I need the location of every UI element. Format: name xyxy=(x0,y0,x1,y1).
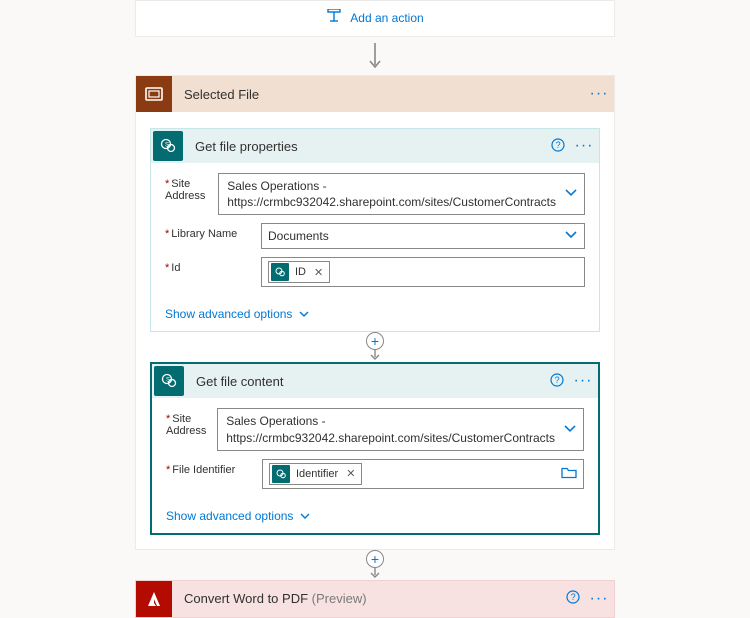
file-identifier-field[interactable]: Identifier ✕ xyxy=(262,459,584,489)
action-title: Convert Word to PDF (Preview) xyxy=(172,591,562,606)
action-title: Get file properties xyxy=(185,139,547,154)
action-title: Get file content xyxy=(186,374,546,389)
svg-text:?: ? xyxy=(556,140,561,150)
sharepoint-icon: S xyxy=(153,131,183,161)
site-address-field[interactable]: Sales Operations - https://crmbc932042.s… xyxy=(218,173,585,215)
action-header[interactable]: Convert Word to PDF (Preview) ? ··· xyxy=(136,581,614,617)
file-identifier-label: *File Identifier xyxy=(166,459,262,476)
scope-selected-file: Selected File ··· S Get file properties … xyxy=(135,75,615,550)
action-header[interactable]: S Get file properties ? ··· xyxy=(151,129,599,163)
chevron-down-icon xyxy=(299,509,311,523)
action-menu-button[interactable]: ··· xyxy=(569,137,599,155)
action-convert-word-to-pdf: Convert Word to PDF (Preview) ? ··· xyxy=(135,580,615,618)
scope-menu-button[interactable]: ··· xyxy=(584,85,614,103)
insert-step-button[interactable]: + xyxy=(366,550,384,568)
action-get-file-content: S Get file content ? ··· *Site Address S… xyxy=(150,362,600,534)
add-action-link[interactable]: Add an action xyxy=(326,9,423,26)
scope-icon xyxy=(136,76,172,112)
library-name-field[interactable]: Documents xyxy=(261,223,585,249)
site-address-field[interactable]: Sales Operations - https://crmbc932042.s… xyxy=(217,408,584,450)
adobe-icon xyxy=(136,581,172,617)
chevron-down-icon xyxy=(564,229,578,243)
dynamic-token-identifier[interactable]: Identifier ✕ xyxy=(269,463,362,485)
show-advanced-link[interactable]: Show advanced options xyxy=(152,503,598,533)
action-menu-button[interactable]: ··· xyxy=(568,372,598,390)
sharepoint-icon xyxy=(272,465,290,483)
id-label: *Id xyxy=(165,257,261,274)
id-field[interactable]: ID ✕ xyxy=(261,257,585,287)
svg-text:S: S xyxy=(166,378,170,384)
svg-text:S: S xyxy=(165,143,169,149)
sharepoint-icon: S xyxy=(154,366,184,396)
sharepoint-icon xyxy=(271,263,289,281)
action-header[interactable]: S Get file content ? ··· xyxy=(152,364,598,398)
remove-token-button[interactable]: ✕ xyxy=(346,467,355,480)
prior-action-card: Add an action xyxy=(135,0,615,37)
dynamic-token-id[interactable]: ID ✕ xyxy=(268,261,330,283)
scope-title: Selected File xyxy=(172,87,584,102)
action-get-file-properties: S Get file properties ? ··· *Site Addres… xyxy=(150,128,600,332)
site-address-label: *Site Address xyxy=(166,408,217,437)
folder-picker-icon[interactable] xyxy=(561,466,577,481)
svg-text:?: ? xyxy=(555,375,560,385)
remove-token-button[interactable]: ✕ xyxy=(314,266,323,279)
connector-arrow xyxy=(135,37,615,75)
help-icon[interactable]: ? xyxy=(547,138,569,155)
library-name-label: *Library Name xyxy=(165,223,261,240)
preview-badge: (Preview) xyxy=(312,591,367,606)
help-icon[interactable]: ? xyxy=(546,373,568,390)
site-address-label: *Site Address xyxy=(165,173,218,202)
chevron-down-icon xyxy=(564,186,578,202)
show-advanced-link[interactable]: Show advanced options xyxy=(151,301,599,331)
add-action-icon xyxy=(326,9,342,26)
add-action-label: Add an action xyxy=(350,11,423,25)
outer-connector: + xyxy=(366,550,384,580)
inner-connector: + xyxy=(366,332,384,362)
action-menu-button[interactable]: ··· xyxy=(584,590,614,608)
scope-header[interactable]: Selected File ··· xyxy=(136,76,614,112)
chevron-down-icon xyxy=(563,421,577,437)
help-icon[interactable]: ? xyxy=(562,590,584,607)
chevron-down-icon xyxy=(298,307,310,321)
svg-text:?: ? xyxy=(571,592,576,602)
